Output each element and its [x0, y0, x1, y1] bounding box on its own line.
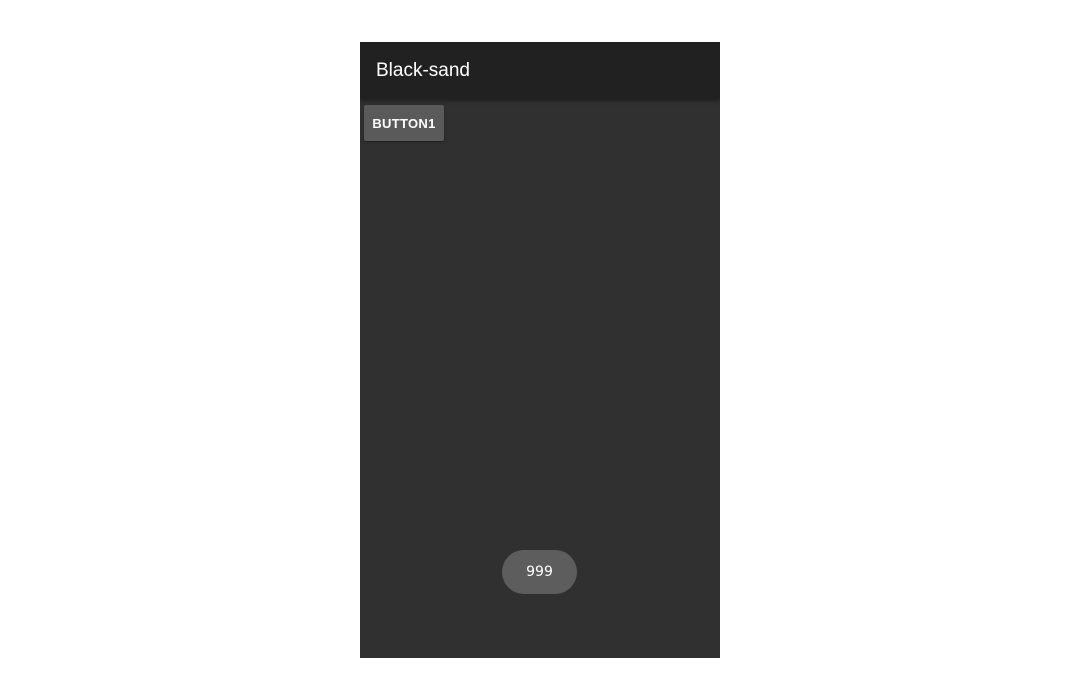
- button1[interactable]: BUTTON1: [364, 105, 444, 141]
- app-title: Black-sand: [376, 60, 470, 81]
- main-content: BUTTON1 999: [360, 99, 720, 658]
- app-screen: Black-sand BUTTON1 999: [360, 42, 720, 658]
- toast-message: 999: [502, 550, 577, 594]
- app-bar: Black-sand: [360, 42, 720, 99]
